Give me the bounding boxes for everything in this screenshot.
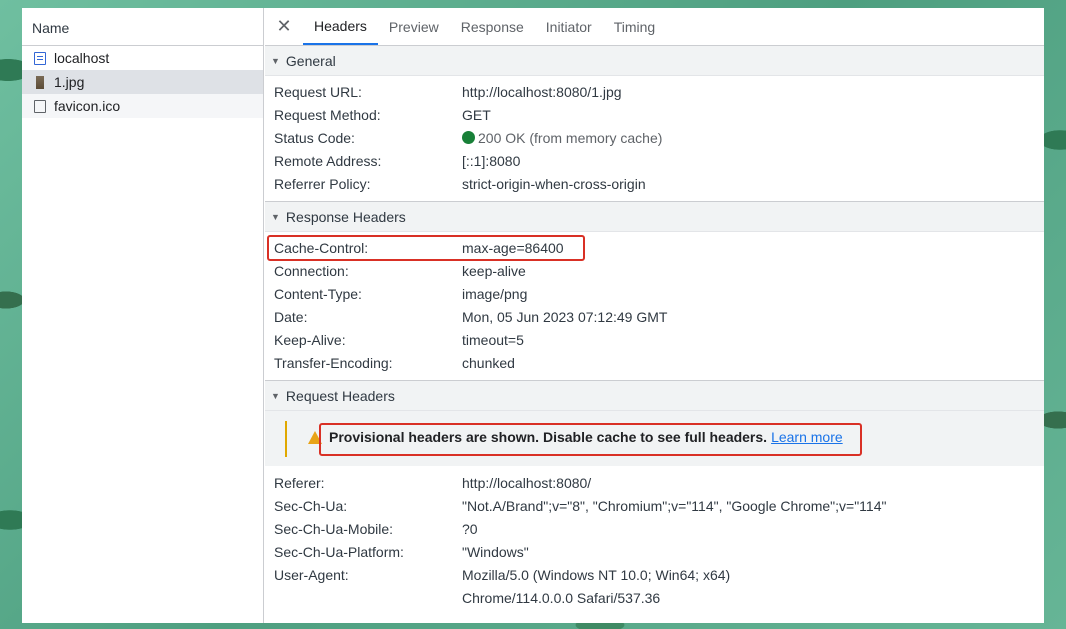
request-item-1jpg[interactable]: 1.jpg — [22, 70, 263, 94]
warning-icon — [308, 431, 322, 444]
request-item-label: favicon.ico — [54, 98, 121, 114]
header-row: Chrome/114.0.0.0 Safari/537.36 — [265, 586, 1044, 609]
tab-timing[interactable]: Timing — [603, 8, 667, 45]
triangle-down-icon: ▼ — [271, 211, 280, 222]
general-section-header[interactable]: ▼ General — [265, 46, 1044, 76]
header-row: Cache-Control: max-age=86400 — [265, 236, 1044, 259]
header-row: Referrer Policy: strict-origin-when-cros… — [265, 172, 1044, 195]
header-row: Transfer-Encoding: chunked — [265, 351, 1044, 374]
header-value: http://localhost:8080/ — [462, 474, 592, 491]
header-value: keep-alive — [462, 262, 526, 279]
request-item-favicon[interactable]: favicon.ico — [22, 94, 263, 118]
header-key: Sec-Ch-Ua-Platform: — [274, 543, 404, 560]
devtools-network-panel: Name localhost 1.jpg favicon.ico ✕ Heade… — [22, 8, 1044, 623]
header-key: Date: — [274, 308, 308, 325]
header-key: Request URL: — [274, 83, 362, 100]
header-value: [::1]:8080 — [462, 152, 521, 169]
request-list: Name localhost 1.jpg favicon.ico — [22, 8, 264, 623]
header-key: Request Method: — [274, 106, 381, 123]
section-title: Request Headers — [285, 387, 395, 404]
header-value: max-age=86400 — [462, 239, 564, 256]
header-row: Sec-Ch-Ua-Platform: "Windows" — [265, 540, 1044, 563]
warning-accent-line — [285, 421, 287, 457]
header-key: Keep-Alive: — [274, 331, 346, 348]
status-code: 200 OK — [478, 129, 526, 146]
name-column-header[interactable]: Name — [22, 8, 263, 46]
warning-message: Provisional headers are shown. Disable c… — [329, 429, 843, 445]
header-key: Referer: — [274, 474, 325, 491]
triangle-down-icon: ▼ — [271, 390, 280, 401]
header-row: Date: Mon, 05 Jun 2023 07:12:49 GMT — [265, 305, 1044, 328]
header-key: Sec-Ch-Ua: — [274, 497, 348, 514]
status-extra: (from memory cache) — [529, 129, 663, 146]
status-value: 200 OK (from memory cache) — [462, 130, 662, 146]
tab-initiator[interactable]: Initiator — [535, 8, 603, 45]
header-value: chunked — [462, 354, 515, 371]
section-title: Response Headers — [285, 208, 406, 225]
request-detail-pane: ✕ Headers Preview Response Initiator Tim… — [265, 8, 1044, 623]
header-key: Content-Type: — [274, 285, 362, 302]
header-value: strict-origin-when-cross-origin — [462, 175, 646, 192]
status-ok-dot-icon — [462, 130, 475, 144]
response-headers-body: Cache-Control: max-age=86400 Connection:… — [265, 232, 1044, 381]
header-value: ?0 — [462, 520, 478, 537]
section-title: General — [285, 52, 336, 69]
header-value: "Not.A/Brand";v="8", "Chromium";v="114",… — [462, 497, 887, 514]
response-headers-section-header[interactable]: ▼ Response Headers — [265, 202, 1044, 232]
header-row: Remote Address: [::1]:8080 — [265, 149, 1044, 172]
warning-text: Provisional headers are shown. Disable c… — [329, 429, 768, 445]
triangle-down-icon: ▼ — [271, 55, 280, 66]
header-key: User-Agent: — [274, 566, 349, 583]
header-row: User-Agent: Mozilla/5.0 (Windows NT 10.0… — [265, 563, 1044, 586]
header-key: Referrer Policy: — [274, 175, 371, 192]
header-key: Cache-Control: — [274, 239, 369, 256]
header-value: Mon, 05 Jun 2023 07:12:49 GMT — [462, 308, 668, 325]
general-section-body: Request URL: http://localhost:8080/1.jpg… — [265, 76, 1044, 202]
header-value: http://localhost:8080/1.jpg — [462, 83, 622, 100]
request-headers-section-header[interactable]: ▼ Request Headers — [265, 381, 1044, 411]
header-key: Transfer-Encoding: — [274, 354, 393, 371]
request-item-label: localhost — [54, 50, 110, 66]
document-icon — [34, 51, 46, 65]
request-headers-body: Referer: http://localhost:8080/ Sec-Ch-U… — [265, 467, 1044, 609]
header-value: GET — [462, 106, 491, 123]
request-item-label: 1.jpg — [54, 74, 85, 90]
header-key: Connection: — [274, 262, 349, 279]
provisional-headers-warning: Provisional headers are shown. Disable c… — [265, 411, 1044, 467]
tab-preview[interactable]: Preview — [378, 8, 450, 45]
request-item-localhost[interactable]: localhost — [22, 46, 263, 70]
header-value: Chrome/114.0.0.0 Safari/537.36 — [462, 589, 661, 606]
tab-headers[interactable]: Headers — [303, 8, 378, 45]
learn-more-link[interactable]: Learn more — [771, 429, 843, 445]
header-row: Connection: keep-alive — [265, 259, 1044, 282]
header-row: Content-Type: image/png — [265, 282, 1044, 305]
tab-response[interactable]: Response — [450, 8, 535, 45]
header-key: Remote Address: — [274, 152, 382, 169]
header-value: image/png — [462, 285, 528, 302]
header-row: Sec-Ch-Ua: "Not.A/Brand";v="8", "Chromiu… — [265, 494, 1044, 517]
close-icon[interactable]: ✕ — [265, 8, 303, 45]
header-row: Status Code: 200 OK (from memory cache) — [265, 126, 1044, 149]
header-key: Sec-Ch-Ua-Mobile: — [274, 520, 394, 537]
header-row: Sec-Ch-Ua-Mobile: ?0 — [265, 517, 1044, 540]
header-value: Mozilla/5.0 (Windows NT 10.0; Win64; x64… — [462, 566, 731, 583]
image-icon — [36, 75, 44, 89]
blank-file-icon — [34, 99, 46, 113]
detail-tabs: ✕ Headers Preview Response Initiator Tim… — [265, 8, 1044, 46]
header-key: Status Code: — [274, 129, 355, 146]
header-row: Request URL: http://localhost:8080/1.jpg — [265, 80, 1044, 103]
header-row: Referer: http://localhost:8080/ — [265, 471, 1044, 494]
header-value: "Windows" — [462, 543, 529, 560]
header-row: Request Method: GET — [265, 103, 1044, 126]
header-value: timeout=5 — [462, 331, 524, 348]
header-row: Keep-Alive: timeout=5 — [265, 328, 1044, 351]
